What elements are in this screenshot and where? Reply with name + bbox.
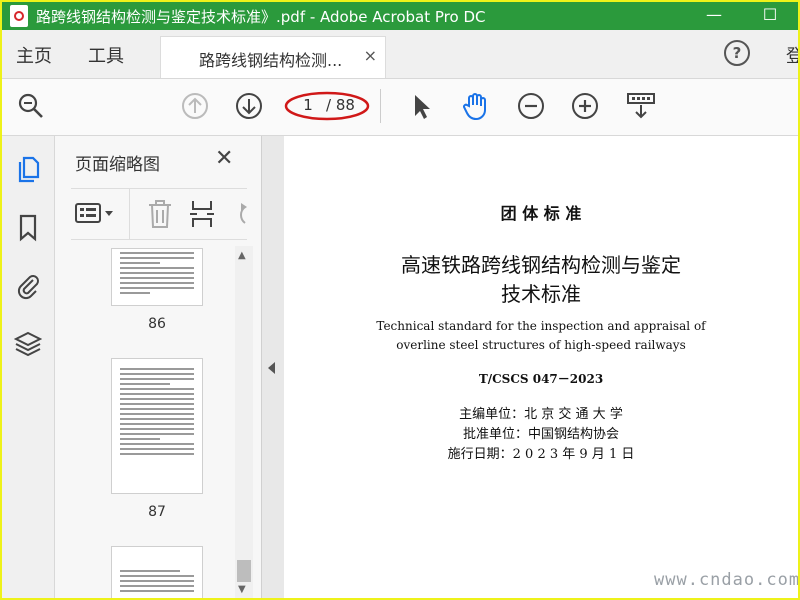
thumbnail-scrollbar[interactable]: ▲ ▼ [235, 246, 253, 598]
document-tab[interactable]: 路跨线钢结构检测... × [160, 36, 386, 78]
sign-in-link[interactable]: 登 [786, 42, 798, 68]
toolbar: 1 / 88 [2, 79, 798, 136]
page-up-icon[interactable] [180, 91, 210, 121]
help-icon[interactable]: ? [724, 40, 750, 66]
doc-approver-unit: 批准单位：中国钢结构协会 [462, 427, 619, 442]
select-arrow-icon[interactable] [406, 91, 436, 121]
toolbar-divider [380, 89, 381, 123]
thumbnail-list: 86 87 [55, 240, 233, 598]
menu-bar: 主页 工具 路跨线钢结构检测... × ? 登 [2, 30, 798, 79]
doc-effective-date: 施行日期：2 0 2 3 年 9 月 1 日 [447, 447, 635, 462]
bookmarks-icon[interactable] [14, 214, 42, 242]
panel-toolbar [71, 188, 247, 240]
zoom-out-icon[interactable] [516, 91, 546, 121]
window-title: 路跨线钢结构检测与鉴定技术标准》.pdf - Adobe Acrobat Pro… [36, 8, 486, 26]
thumbnail-page-label: 87 [148, 504, 166, 520]
panel-splitter[interactable] [262, 136, 284, 598]
doc-standard-code: T/CSCS 047－2023 [478, 372, 604, 386]
page-down-icon[interactable] [234, 91, 264, 121]
search-icon[interactable] [16, 91, 46, 121]
panel-toolbar-divider [129, 189, 130, 239]
panel-title: 页面缩略图 [75, 155, 160, 175]
layers-icon[interactable] [14, 330, 42, 358]
thumbnail-page[interactable] [111, 248, 203, 306]
navigation-rail [2, 136, 55, 598]
doc-english-title-line2: overline steel structures of high-speed … [396, 338, 686, 352]
maximize-icon[interactable]: ☐ [758, 4, 782, 26]
tools-tab[interactable]: 工具 [88, 42, 124, 68]
thumbnail-page[interactable] [111, 546, 203, 598]
document-page: 团 体 标 准 高速铁路跨线钢结构检测与鉴定 技术标准 Technical st… [284, 136, 798, 598]
doc-title-line1: 高速铁路跨线钢结构检测与鉴定 [401, 253, 681, 277]
document-tab-label: 路跨线钢结构检测... [199, 51, 343, 70]
doc-editor-unit: 主编单位：北 京 交 通 大 学 [459, 407, 623, 422]
insert-page-icon[interactable] [189, 199, 215, 233]
title-bar: 路跨线钢结构检测与鉴定技术标准》.pdf - Adobe Acrobat Pro… [2, 2, 798, 30]
doc-english-title-line1: Technical standard for the inspection an… [376, 319, 706, 333]
rotate-page-icon[interactable] [229, 201, 247, 231]
doc-category: 团 体 标 准 [500, 204, 582, 223]
scroll-up-icon[interactable]: ▲ [238, 250, 246, 261]
attachments-icon[interactable] [14, 272, 42, 300]
thumbnail-page[interactable] [111, 358, 203, 494]
page-thumbnails-icon[interactable] [14, 156, 42, 184]
total-pages: / 88 [326, 96, 355, 114]
doc-title-line2: 技术标准 [501, 282, 581, 306]
zoom-in-icon[interactable] [570, 91, 600, 121]
collapse-panel-icon[interactable] [268, 362, 275, 374]
document-tab-close-button[interactable]: × [364, 46, 377, 65]
watermark: www.cndao.com [654, 570, 798, 590]
panel-close-button[interactable]: ✕ [215, 146, 233, 171]
thumbnails-panel: 页面缩略图 ✕ 86 87 ▲ ▼ [55, 136, 262, 598]
delete-page-icon[interactable] [147, 199, 173, 233]
acrobat-app-icon [10, 5, 28, 27]
scroll-down-icon[interactable]: ▼ [238, 584, 246, 595]
minimize-icon[interactable]: — [702, 4, 726, 26]
thumbnail-page-label: 86 [148, 316, 166, 332]
home-tab[interactable]: 主页 [16, 42, 52, 68]
thumbnail-options-icon[interactable] [75, 201, 115, 231]
current-page-input[interactable]: 1 [298, 96, 318, 114]
page-number-field[interactable]: 1 / 88 [284, 90, 370, 122]
hand-icon[interactable] [460, 91, 490, 121]
scroll-mode-icon[interactable] [626, 91, 656, 121]
app-window: 路跨线钢结构检测与鉴定技术标准》.pdf - Adobe Acrobat Pro… [2, 2, 798, 598]
scrollbar-thumb[interactable] [237, 560, 251, 582]
